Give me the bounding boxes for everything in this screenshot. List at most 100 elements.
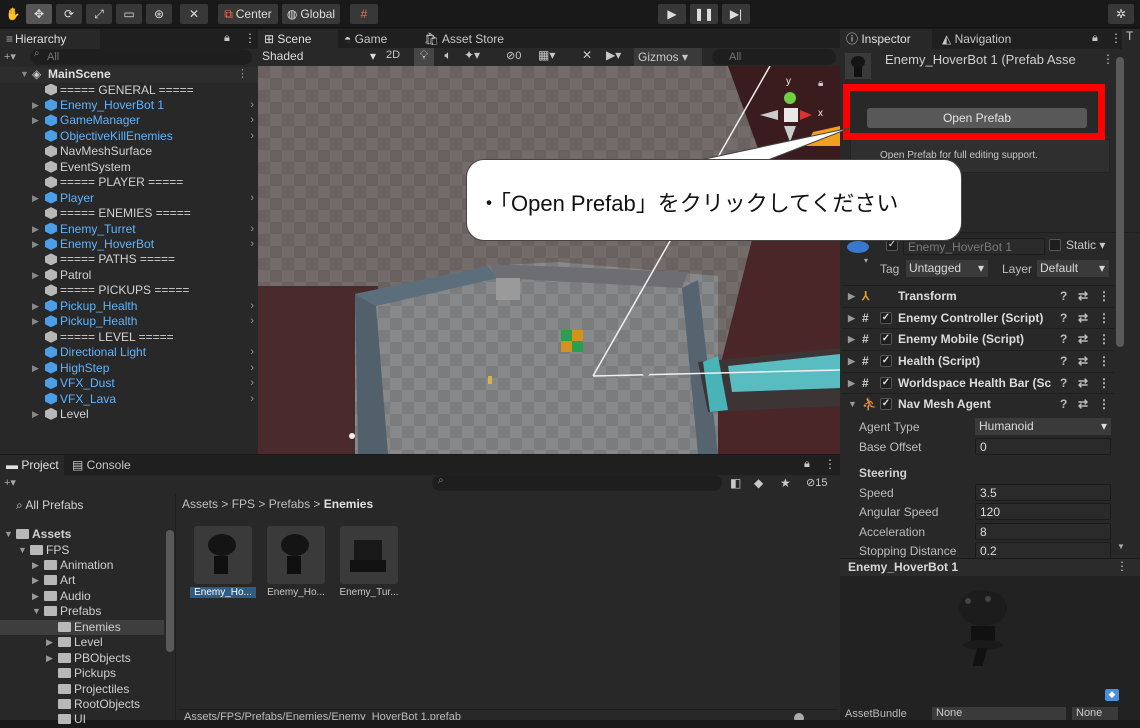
- camera-dropdown-icon[interactable]: ▶▾: [606, 48, 636, 62]
- zoom-slider-handle[interactable]: [794, 713, 804, 720]
- fold-closed-icon[interactable]: ▶: [848, 286, 855, 306]
- chevron-right-icon[interactable]: ›: [250, 191, 254, 207]
- project-tree-item[interactable]: ▶ Art: [0, 573, 164, 589]
- static-checkbox[interactable]: [1049, 239, 1061, 251]
- fold-closed-icon[interactable]: ▶: [32, 237, 39, 253]
- base-offset-field[interactable]: 0: [975, 438, 1111, 455]
- chevron-right-icon[interactable]: ›: [250, 98, 254, 114]
- component-menu-icon[interactable]: ⋮: [1098, 329, 1110, 349]
- chevron-right-icon[interactable]: ›: [250, 376, 254, 392]
- tools-icon[interactable]: ✕: [582, 48, 598, 62]
- hierarchy-item[interactable]: ▶ Player ›: [0, 191, 258, 207]
- asset-label-hoverbot-1[interactable]: Enemy_Ho...: [190, 587, 256, 598]
- add-dropdown-icon[interactable]: +▾: [4, 50, 16, 63]
- play-button[interactable]: ▶: [658, 4, 686, 24]
- component-menu-icon[interactable]: ⋮: [1098, 394, 1110, 414]
- hierarchy-item[interactable]: ===== PICKUPS =====: [0, 283, 258, 299]
- chevron-right-icon[interactable]: ›: [250, 113, 254, 129]
- inspector-scrollbar[interactable]: [1116, 57, 1124, 347]
- tab-console[interactable]: ▤ Console: [66, 455, 146, 475]
- project-tree-item[interactable]: ▶ Level: [0, 635, 164, 651]
- component-menu-icon[interactable]: ⋮: [1098, 373, 1110, 393]
- assetbundle-variant-dropdown[interactable]: None: [1072, 707, 1118, 720]
- project-tree-item[interactable]: Projectiles: [0, 682, 164, 698]
- project-tree-scrollbar[interactable]: [166, 530, 174, 652]
- preview-menu-icon[interactable]: ⋮: [1116, 559, 1128, 573]
- effects-dropdown-icon[interactable]: ✦▾: [464, 48, 488, 62]
- hierarchy-item[interactable]: ===== GENERAL =====: [0, 83, 258, 99]
- icon-dropdown-icon[interactable]: ▾: [864, 256, 868, 265]
- custom-tool-icon[interactable]: ✕: [180, 4, 208, 24]
- hierarchy-item[interactable]: Directional Light ›: [0, 345, 258, 361]
- preset-icon[interactable]: ⇄: [1078, 373, 1088, 393]
- scale-tool-icon[interactable]: ⤢: [86, 4, 112, 24]
- favorite-star-icon[interactable]: ★: [780, 476, 791, 490]
- component-enabled-checkbox[interactable]: ✓: [880, 333, 892, 345]
- pivot-global-button[interactable]: ◍ Global: [282, 4, 340, 24]
- assetbundle-dropdown[interactable]: None: [932, 707, 1066, 720]
- shading-dropdown[interactable]: Shaded ▾: [262, 49, 376, 65]
- fold-closed-icon[interactable]: ▶: [32, 314, 39, 330]
- lock-icon[interactable]: 🔒︎: [224, 32, 230, 45]
- hierarchy-item[interactable]: VFX_Lava ›: [0, 392, 258, 408]
- hierarchy-item[interactable]: EventSystem: [0, 160, 258, 176]
- component-enabled-checkbox[interactable]: ✓: [880, 398, 892, 410]
- tab-project[interactable]: ▬ Project: [0, 455, 64, 475]
- tab-inspector[interactable]: ⓘ Inspector: [840, 29, 932, 49]
- audio-toggle-icon[interactable]: 🔈︎: [440, 48, 456, 63]
- pivot-center-button[interactable]: ⧉ Center: [218, 4, 278, 24]
- hierarchy-search-input[interactable]: All: [30, 49, 252, 65]
- chevron-right-icon[interactable]: ›: [250, 129, 254, 145]
- fold-closed-icon[interactable]: ▶: [32, 268, 39, 284]
- component-header[interactable]: ▶ # ✓ Worldspace Health Bar (Sc? ⇄ ⋮: [842, 372, 1114, 393]
- static-dropdown[interactable]: Static ▾: [1066, 238, 1105, 252]
- rect-tool-icon[interactable]: ▭: [116, 4, 142, 24]
- asset-label-icon[interactable]: ◆: [1105, 689, 1119, 701]
- project-tree-item[interactable]: Enemies: [0, 619, 164, 636]
- fold-closed-icon[interactable]: ▶: [32, 573, 39, 589]
- prop-field[interactable]: 3.5: [975, 484, 1111, 501]
- step-button[interactable]: ▶|: [722, 4, 750, 24]
- gizmo-neg-x-handle[interactable]: [760, 110, 778, 120]
- fold-closed-icon[interactable]: ▶: [32, 558, 39, 574]
- hierarchy-item[interactable]: ▶ Pickup_Health ›: [0, 299, 258, 315]
- help-icon[interactable]: ?: [1060, 329, 1067, 349]
- hierarchy-item[interactable]: ObjectiveKillEnemies ›: [0, 129, 258, 145]
- chevron-right-icon[interactable]: ›: [250, 361, 254, 377]
- grid-dropdown-icon[interactable]: ▦▾: [538, 48, 574, 62]
- project-tree-item[interactable]: Pickups: [0, 666, 164, 682]
- chevron-right-icon[interactable]: ›: [250, 299, 254, 315]
- component-header[interactable]: ▶ # ✓ Enemy Mobile (Script)? ⇄ ⋮: [842, 328, 1114, 349]
- grid-snap-icon[interactable]: #: [350, 4, 378, 24]
- lighting-toggle-icon[interactable]: 💡︎: [414, 48, 434, 66]
- fold-open-icon[interactable]: ▼: [848, 394, 857, 414]
- inspector-menu-icon[interactable]: ⋮: [1110, 31, 1122, 45]
- hierarchy-item[interactable]: ▶ Enemy_HoverBot ›: [0, 237, 258, 253]
- fold-closed-icon[interactable]: ▶: [46, 635, 53, 651]
- scroll-down-icon[interactable]: ▼: [1117, 542, 1125, 551]
- tab-scene[interactable]: ⊞ Scene: [258, 29, 338, 49]
- scene-search-input[interactable]: All: [712, 49, 836, 65]
- hierarchy-item[interactable]: ===== PATHS =====: [0, 252, 258, 268]
- hidden-packages-toggle[interactable]: ⊘15: [806, 476, 827, 489]
- project-tree-item[interactable]: UI: [0, 712, 164, 728]
- help-icon[interactable]: ?: [1060, 373, 1067, 393]
- breadcrumb-fps[interactable]: FPS: [232, 497, 255, 511]
- preset-icon[interactable]: ⇄: [1078, 308, 1088, 328]
- project-tree-item[interactable]: ▶ Animation: [0, 558, 164, 574]
- help-icon[interactable]: ?: [1060, 351, 1067, 371]
- prop-field[interactable]: 120: [975, 503, 1111, 521]
- tab-hierarchy[interactable]: ≡ Hierarchy: [0, 29, 100, 49]
- gizmo-lock-icon[interactable]: 🔒︎: [818, 78, 823, 89]
- project-tree-item[interactable]: ▶ PBObjects: [0, 651, 164, 667]
- hierarchy-item[interactable]: ▶ HighStep ›: [0, 361, 258, 377]
- hierarchy-item[interactable]: ▶ Level: [0, 407, 258, 423]
- hierarchy-item[interactable]: ===== PLAYER =====: [0, 175, 258, 191]
- fold-closed-icon[interactable]: ▶: [32, 98, 39, 114]
- preset-icon[interactable]: ⇄: [1078, 394, 1088, 414]
- asset-label-hoverbot[interactable]: Enemy_Ho...: [263, 587, 329, 598]
- create-dropdown-icon[interactable]: +▾: [4, 476, 16, 489]
- agent-type-dropdown[interactable]: Humanoid ▾: [975, 418, 1111, 435]
- help-icon[interactable]: ?: [1060, 394, 1067, 414]
- asset-enemy-turret[interactable]: [340, 526, 398, 584]
